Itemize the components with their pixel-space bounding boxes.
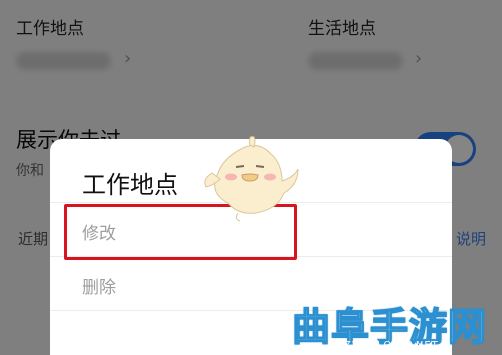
chick-mascot-icon bbox=[204, 136, 299, 222]
dialog-title: 工作地点 bbox=[82, 171, 178, 199]
watermark-url: ZWFW.QFSP.NET bbox=[344, 340, 439, 351]
delete-option[interactable]: 删除 bbox=[82, 273, 116, 298]
